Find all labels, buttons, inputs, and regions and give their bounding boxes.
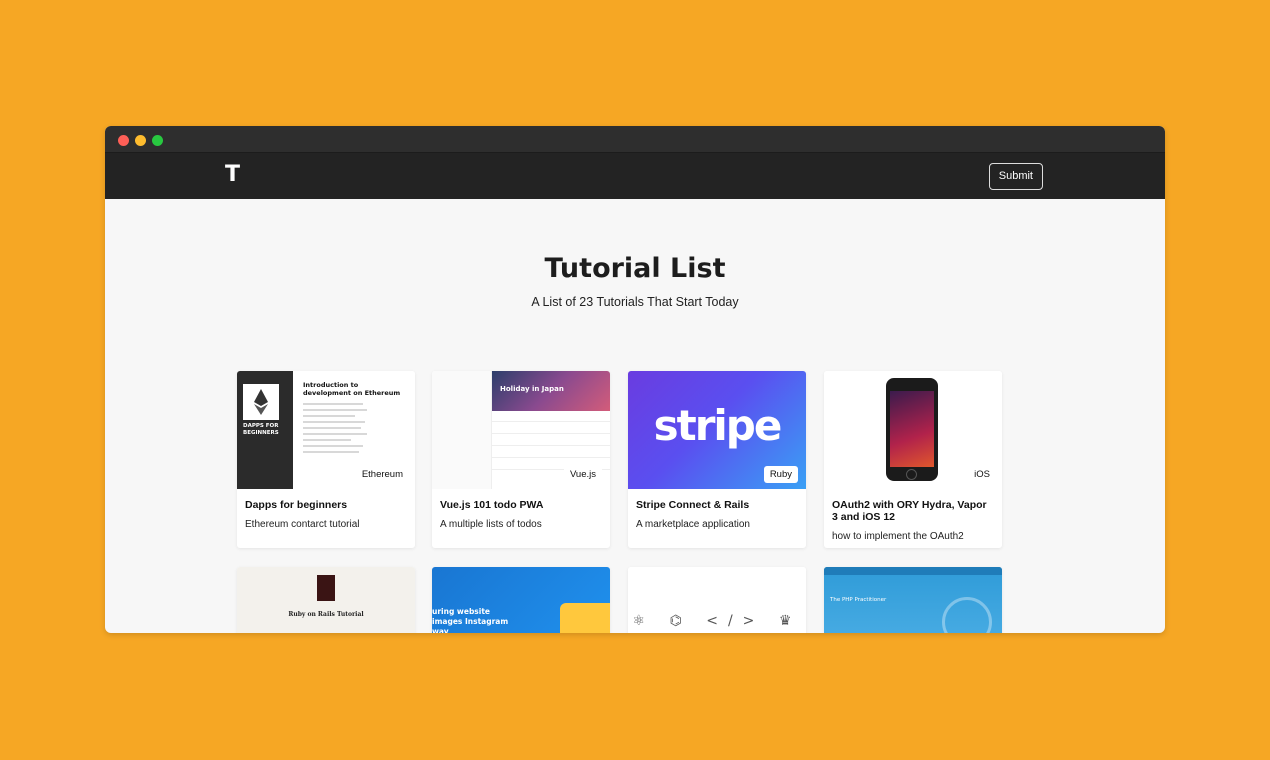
page-subtitle: A List of 23 Tutorials That Start Today bbox=[531, 295, 739, 309]
tutorial-card-stripe[interactable]: stripe Ruby Stripe Connect & Rails A mar… bbox=[628, 371, 806, 548]
stripe-logo: stripe bbox=[653, 401, 783, 450]
technology-icons: ⚛ ⌬ </> ♛ bbox=[632, 613, 802, 629]
card-thumbnail: stripe Ruby bbox=[628, 371, 806, 489]
tutorial-card-ruby-on-rails[interactable]: Ruby on Rails Tutorial bbox=[237, 567, 415, 633]
card-thumbnail: Ruby on Rails Tutorial bbox=[237, 567, 415, 633]
card-description: A multiple lists of todos bbox=[440, 519, 542, 530]
browser-window: T Submit Tutorial List A List of 23 Tuto… bbox=[105, 126, 1165, 633]
tutorial-card-php[interactable]: The PHP Practitioner bbox=[824, 567, 1002, 633]
thumbnail-heading: The PHP Practitioner bbox=[830, 597, 887, 603]
thumbnail-text-lines bbox=[303, 403, 367, 457]
thumbnail-heading: Introduction to development on Ethereum bbox=[303, 381, 401, 397]
card-tag: Ruby bbox=[763, 466, 798, 483]
page-title: Tutorial List bbox=[544, 253, 726, 284]
thumbnail-sidebar: DAPPS FOR BEGINNERS bbox=[237, 371, 293, 489]
card-tag: Vue.js bbox=[563, 466, 602, 483]
phone-screen bbox=[890, 391, 934, 467]
tutorial-card-instagram-images[interactable]: uring website images Instagram way bbox=[432, 567, 610, 633]
thumbnail-hero-text: uring website images Instagram way bbox=[432, 607, 509, 633]
card-thumbnail: The PHP Practitioner bbox=[824, 567, 1002, 633]
card-tag: Ethereum bbox=[361, 469, 403, 480]
thumbnail-row bbox=[492, 421, 610, 422]
card-title[interactable]: Vue.js 101 todo PWA bbox=[432, 489, 610, 511]
iphone-icon bbox=[886, 378, 938, 481]
card-thumbnail: ⚛ ⌬ </> ♛ bbox=[628, 567, 806, 633]
card-thumbnail: iOS bbox=[824, 371, 1002, 489]
thumbnail-hero-text: Holiday in Japan bbox=[500, 385, 564, 393]
maximize-window-button[interactable] bbox=[152, 135, 163, 146]
thumbnail-graphic bbox=[942, 597, 992, 633]
tutorial-card-vue[interactable]: Holiday in Japan Vue.js Vue.js 101 todo … bbox=[432, 371, 610, 548]
navbar: T Submit bbox=[105, 152, 1165, 199]
thumbnail-hero: Holiday in Japan bbox=[492, 371, 610, 411]
tutorial-card-react[interactable]: ⚛ ⌬ </> ♛ bbox=[628, 567, 806, 633]
card-thumbnail: Holiday in Japan Vue.js bbox=[432, 371, 610, 489]
thumbnail-row bbox=[492, 433, 610, 434]
ethereum-icon bbox=[254, 389, 268, 415]
thumbnail-graphic bbox=[560, 603, 610, 633]
phone-home-button bbox=[906, 469, 917, 480]
thumbnail-side-text: DAPPS FOR BEGINNERS bbox=[243, 423, 279, 436]
submit-button[interactable]: Submit bbox=[988, 163, 1043, 190]
book-cover-icon bbox=[317, 575, 335, 601]
card-description: how to implement the OAuth2 bbox=[832, 531, 964, 542]
thumbnail-row bbox=[492, 457, 610, 458]
close-window-button[interactable] bbox=[118, 135, 129, 146]
card-title[interactable]: Dapps for beginners bbox=[237, 489, 415, 511]
card-description: A marketplace application bbox=[636, 519, 750, 530]
card-title[interactable]: OAuth2 with ORY Hydra, Vapor 3 and iOS 1… bbox=[824, 489, 1002, 523]
main-content: Tutorial List A List of 23 Tutorials Tha… bbox=[105, 199, 1165, 633]
thumbnail-heading: Ruby on Rails Tutorial bbox=[288, 611, 364, 618]
card-title[interactable]: Stripe Connect & Rails bbox=[628, 489, 806, 511]
minimize-window-button[interactable] bbox=[135, 135, 146, 146]
thumbnail-row bbox=[492, 445, 610, 446]
tutorial-card-dapps[interactable]: DAPPS FOR BEGINNERS Introduction to deve… bbox=[237, 371, 415, 548]
tutorial-card-oauth2[interactable]: iOS OAuth2 with ORY Hydra, Vapor 3 and i… bbox=[824, 371, 1002, 548]
card-thumbnail: uring website images Instagram way bbox=[432, 567, 610, 633]
ethereum-logo bbox=[243, 384, 279, 420]
card-tag: iOS bbox=[974, 469, 990, 480]
site-logo[interactable]: T bbox=[225, 162, 240, 187]
card-description: Ethereum contarct tutorial bbox=[245, 519, 360, 530]
window-titlebar bbox=[105, 126, 1165, 152]
thumbnail-navbar bbox=[824, 567, 1002, 575]
card-thumbnail: DAPPS FOR BEGINNERS Introduction to deve… bbox=[237, 371, 415, 489]
thumbnail-sidebar bbox=[432, 371, 492, 489]
